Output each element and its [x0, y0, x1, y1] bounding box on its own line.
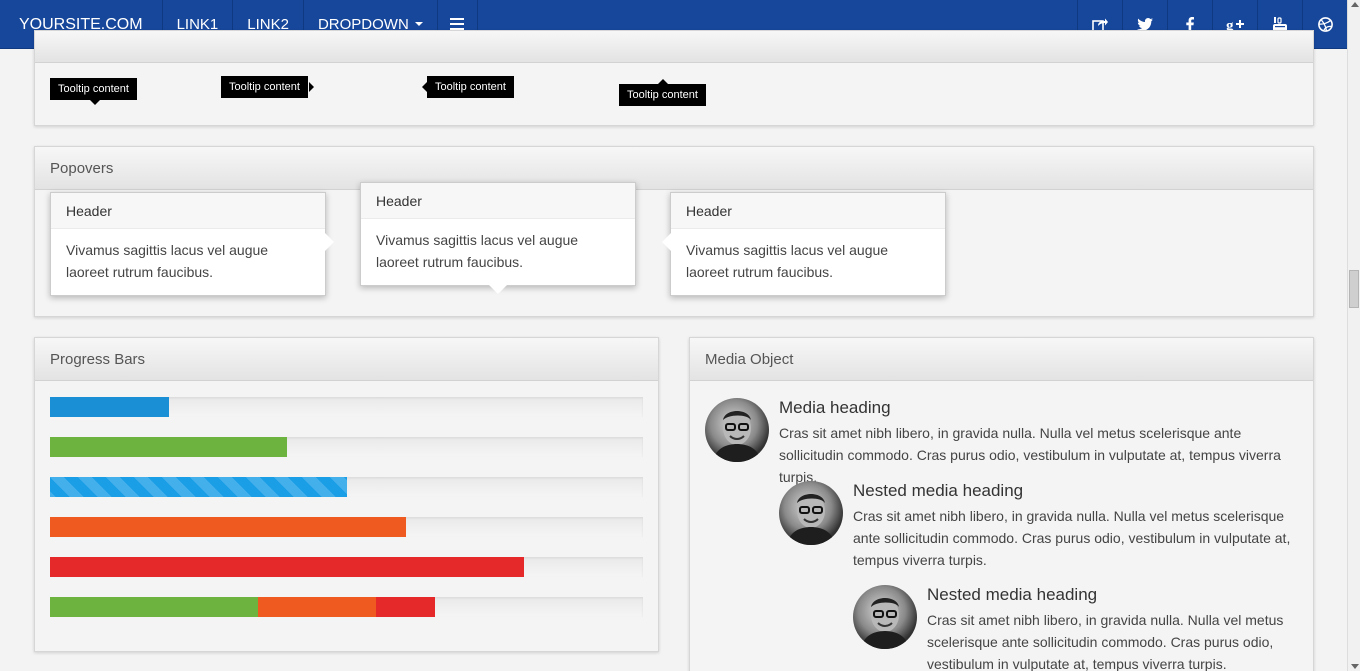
media-heading: Media heading: [779, 398, 891, 417]
progress-bar: [50, 557, 643, 577]
popovers-panel-title: Popovers: [35, 147, 1313, 190]
avatar: [779, 481, 843, 545]
scroll-down-arrow-icon[interactable]: [1351, 664, 1359, 669]
caret-down-icon: [414, 22, 423, 26]
progress-bar-fill: [50, 557, 525, 577]
popover-header: Header: [361, 183, 635, 219]
progress-bar-fill: [50, 437, 288, 457]
media-panel: Media Object Media heading Cras sit amet…: [689, 337, 1314, 671]
popover-left: Header Vivamus sagittis lacus vel augue …: [662, 192, 946, 296]
popover-arrow-right: [325, 233, 334, 251]
progress-bar-fill: [50, 517, 406, 537]
media-heading: Nested media heading: [853, 481, 1024, 500]
tooltip-top: Tooltip content: [50, 78, 137, 100]
tooltip-bottom: Tooltip content: [619, 84, 706, 106]
media-heading: Nested media heading: [927, 585, 1098, 604]
popovers-panel: Popovers Header Vivamus sagittis lacus v…: [34, 146, 1314, 317]
media-object: Media heading Cras sit amet nibh libero,…: [705, 398, 1300, 488]
tooltip-left: Tooltip content: [221, 76, 308, 98]
popover-body: Vivamus sagittis lacus vel augue laoreet…: [686, 242, 889, 280]
page-scrollbar[interactable]: [1347, 0, 1360, 671]
popover-right: Header Vivamus sagittis lacus vel augue …: [50, 192, 334, 296]
person-photo-icon: [713, 411, 761, 462]
media-text: Cras sit amet nibh libero, in gravida nu…: [853, 508, 1291, 568]
progress-bar: [50, 437, 643, 457]
tooltip-arrow-up: [658, 79, 668, 84]
avatar: [853, 585, 917, 649]
progress-bar-fill: [376, 597, 436, 617]
progress-bar: [50, 597, 643, 617]
person-photo-icon: [787, 494, 835, 545]
scrollbar-thumb[interactable]: [1349, 270, 1359, 308]
tooltip-arrow-down: [90, 100, 100, 105]
progress-bar-fill: [50, 597, 258, 617]
media-text: Cras sit amet nibh libero, in gravida nu…: [927, 612, 1284, 671]
media-panel-title: Media Object: [690, 338, 1313, 381]
popover-body: Vivamus sagittis lacus vel augue laoreet…: [376, 232, 579, 270]
progress-bar-fill: [257, 597, 377, 617]
avatar: [705, 398, 769, 462]
popover-arrow-down: [489, 285, 507, 294]
scroll-up-arrow-icon[interactable]: [1351, 2, 1359, 7]
popover-top: Header Vivamus sagittis lacus vel augue …: [360, 182, 636, 294]
progress-bar: [50, 517, 643, 537]
tooltips-panel-header: [35, 31, 1313, 63]
tooltip-right: Tooltip content: [427, 76, 514, 98]
popover-body: Vivamus sagittis lacus vel augue laoreet…: [66, 242, 269, 280]
popover-header: Header: [671, 193, 945, 229]
progress-bar-fill: [50, 397, 169, 417]
person-photo-icon: [861, 598, 909, 649]
progress-panel-title: Progress Bars: [35, 338, 658, 381]
nested-media-object: Nested media heading Cras sit amet nibh …: [779, 481, 1300, 571]
nested-media-object: Nested media heading Cras sit amet nibh …: [853, 585, 1300, 671]
tooltip-arrow-right: [309, 82, 314, 92]
progress-bar: [50, 397, 643, 417]
dribbble-icon: [1317, 17, 1333, 32]
popover-header: Header: [51, 193, 325, 229]
media-text: Cras sit amet nibh libero, in gravida nu…: [779, 425, 1281, 485]
popover-arrow-left: [662, 233, 671, 251]
progress-bar: [50, 477, 643, 497]
tooltip-arrow-left: [422, 82, 427, 92]
hamburger-icon: [450, 18, 465, 30]
tooltips-panel: Tooltip content Tooltip content Tooltip …: [34, 30, 1314, 126]
progress-panel: Progress Bars: [34, 337, 659, 652]
progress-bar-fill: [50, 477, 347, 497]
